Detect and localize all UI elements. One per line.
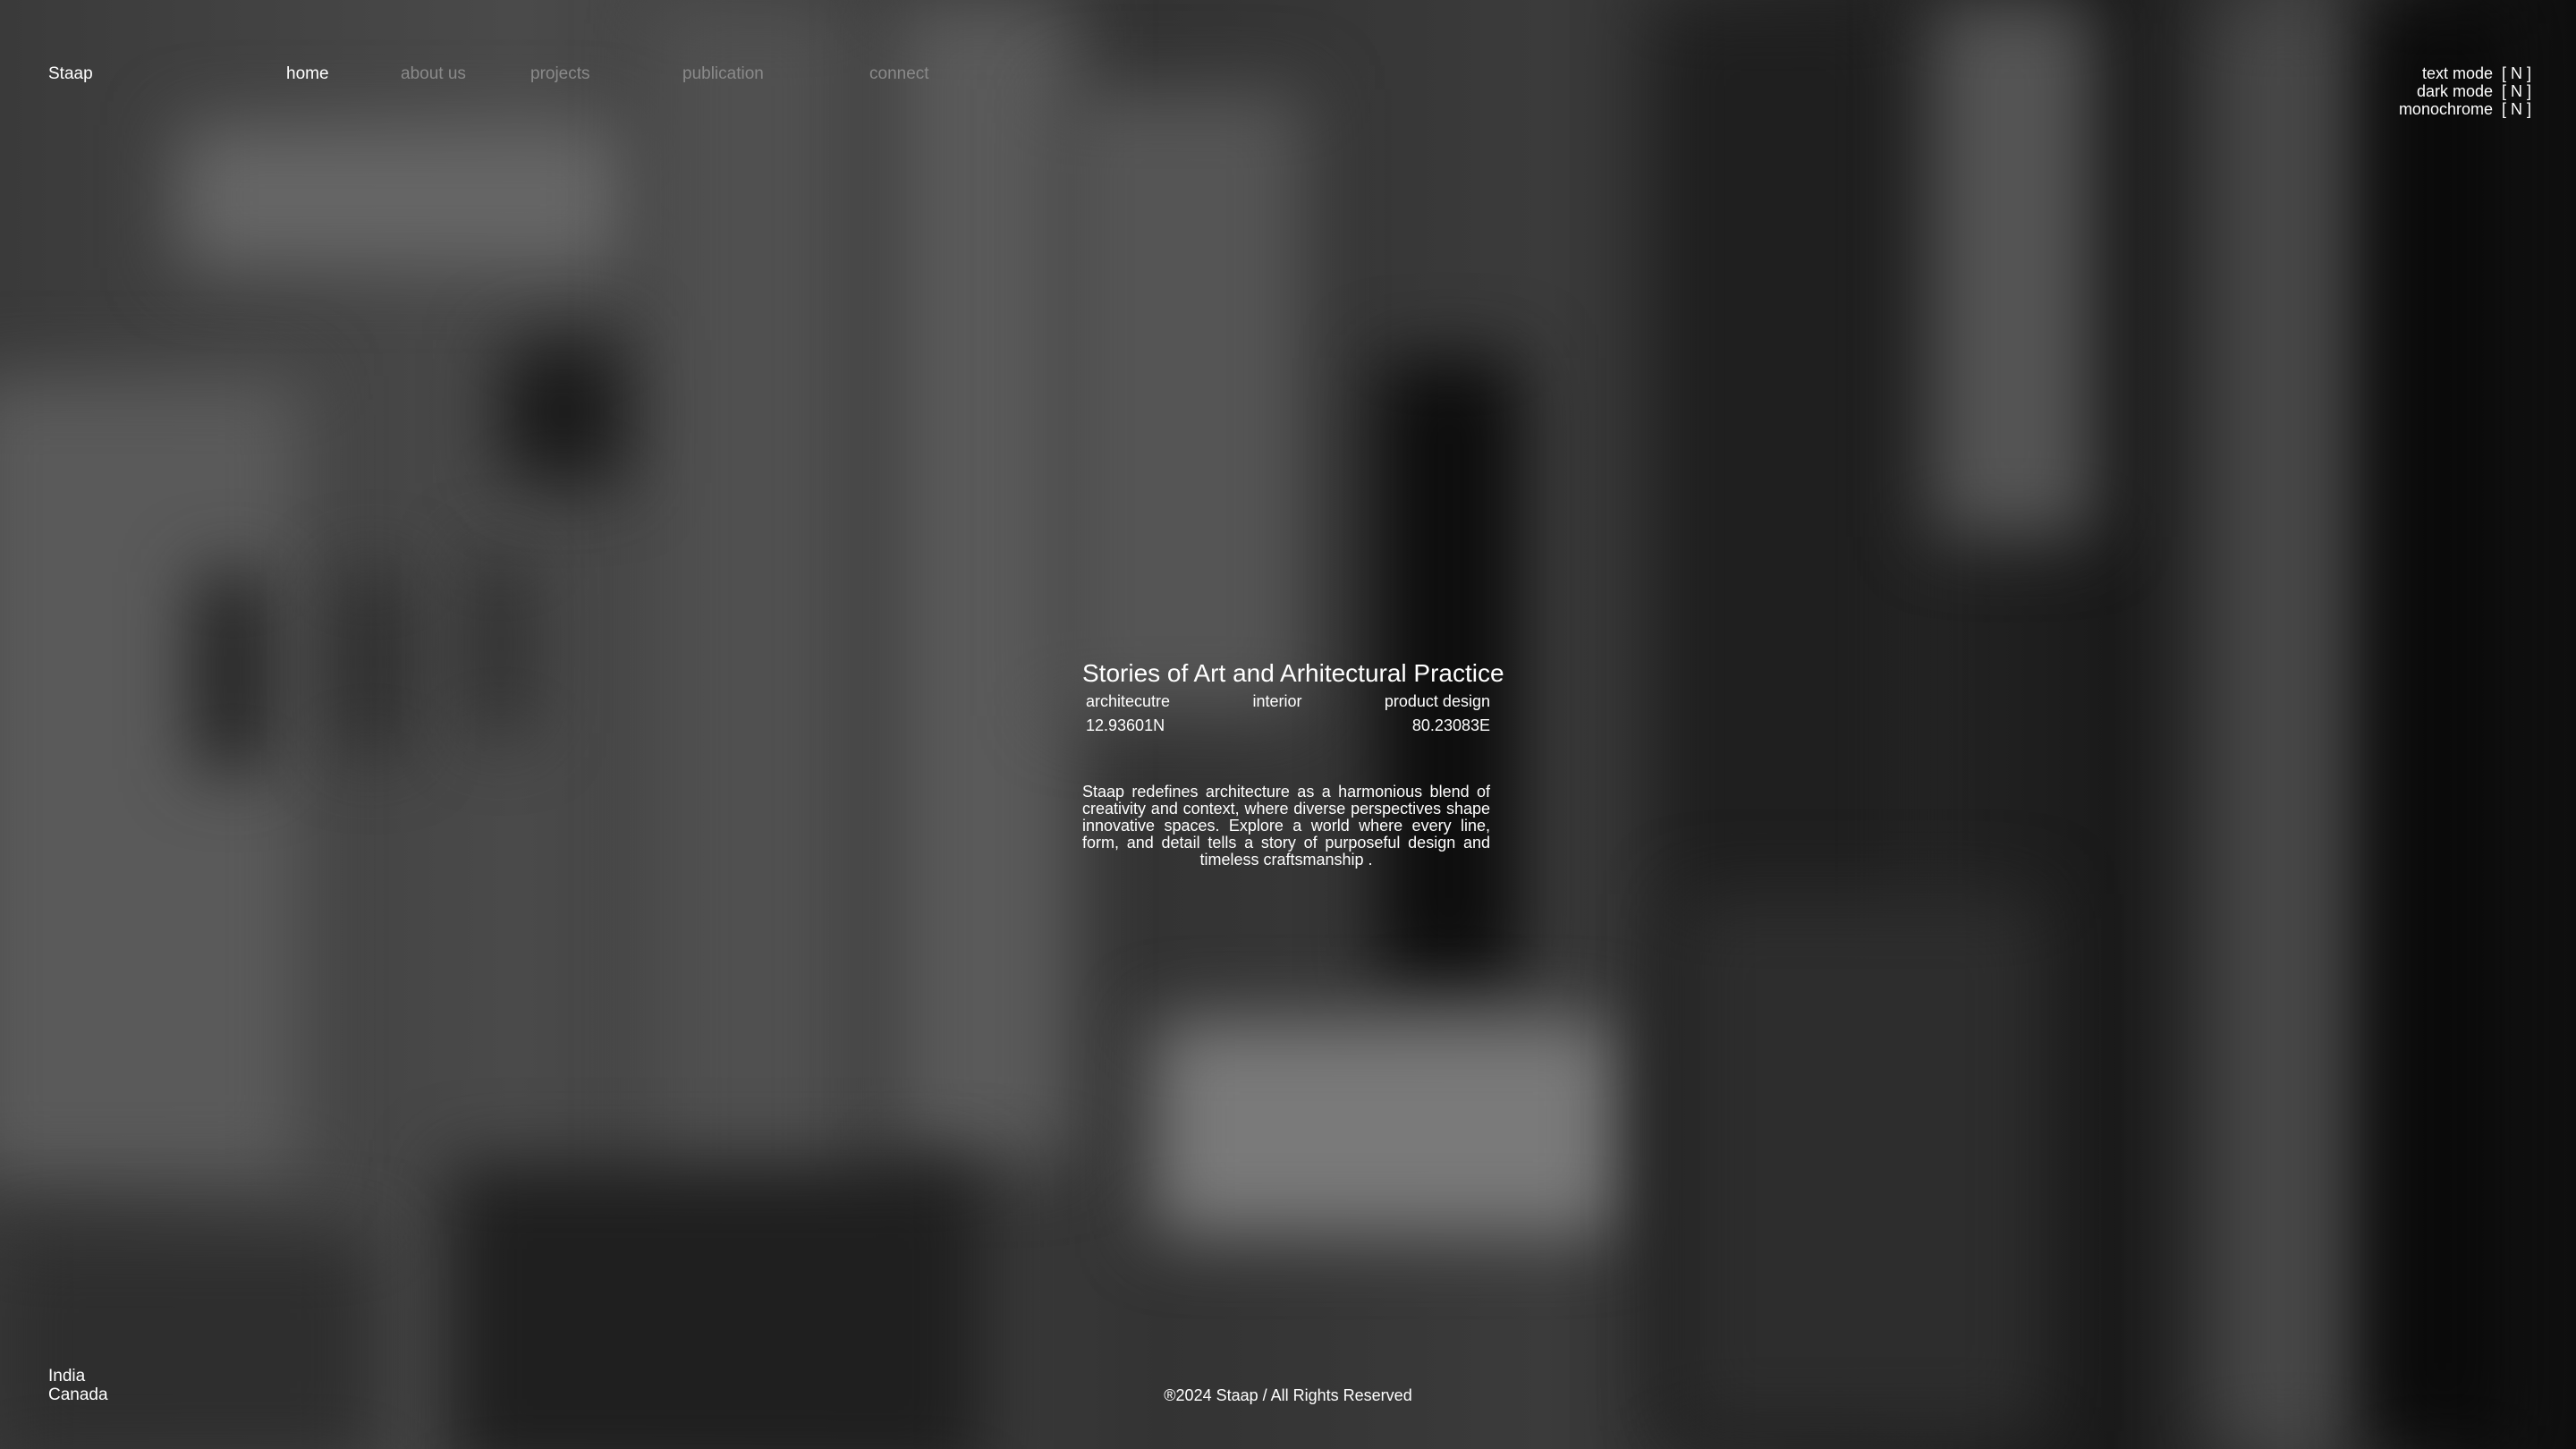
hero-title: Stories of Art and Arhitectural Practice <box>1082 659 1504 687</box>
dark-mode-label: dark mode <box>2416 82 2493 100</box>
page: Staap home about us projects publication… <box>0 0 2576 1449</box>
text-mode-toggle[interactable]: text mode [ N ] <box>2399 64 2531 82</box>
coordinates: 12.93601N 80.23083E <box>1082 716 1490 735</box>
nav-connect[interactable]: connect <box>869 64 929 84</box>
nav-home[interactable]: home <box>286 64 329 84</box>
dark-mode-state: [ N ] <box>2501 82 2531 100</box>
copyright-notice: ®2024 Staap / All Rights Reserved <box>0 1386 2576 1405</box>
display-mode-toggles: text mode [ N ] dark mode [ N ] monochrome… <box>2399 64 2531 118</box>
monochrome-label: monochrome <box>2398 100 2493 118</box>
copyright-text: ®2024 Staap / All Rights Reserved <box>1164 1386 1412 1404</box>
longitude: 80.23083E <box>1411 716 1490 734</box>
nav-publication[interactable]: publication <box>682 64 764 84</box>
text-mode-label: text mode <box>2421 64 2493 82</box>
discipline-architecture: architecutre <box>1086 692 1171 710</box>
discipline-product-design: product design <box>1384 692 1490 710</box>
nav-projects[interactable]: projects <box>530 64 590 84</box>
nav-about-us[interactable]: about us <box>401 64 466 84</box>
hero-description: Staap redefines architecture as a harmon… <box>1082 783 1490 869</box>
overlay-ui: Staap home about us projects publication… <box>0 0 2576 1449</box>
location-india: India <box>48 1367 86 1385</box>
monochrome-toggle[interactable]: monochrome [ N ] <box>2399 100 2531 118</box>
dark-mode-toggle[interactable]: dark mode [ N ] <box>2399 82 2531 100</box>
brand-logo-link[interactable]: Staap <box>48 64 93 84</box>
hero-block: Stories of Art and Arhitectural Practice… <box>1082 658 1504 885</box>
latitude: 12.93601N <box>1086 716 1165 734</box>
discipline-interior: interior <box>1252 692 1302 710</box>
discipline-list: architecutre interior product design <box>1082 692 1490 711</box>
monochrome-state: [ N ] <box>2501 100 2531 118</box>
text-mode-state: [ N ] <box>2501 64 2531 82</box>
